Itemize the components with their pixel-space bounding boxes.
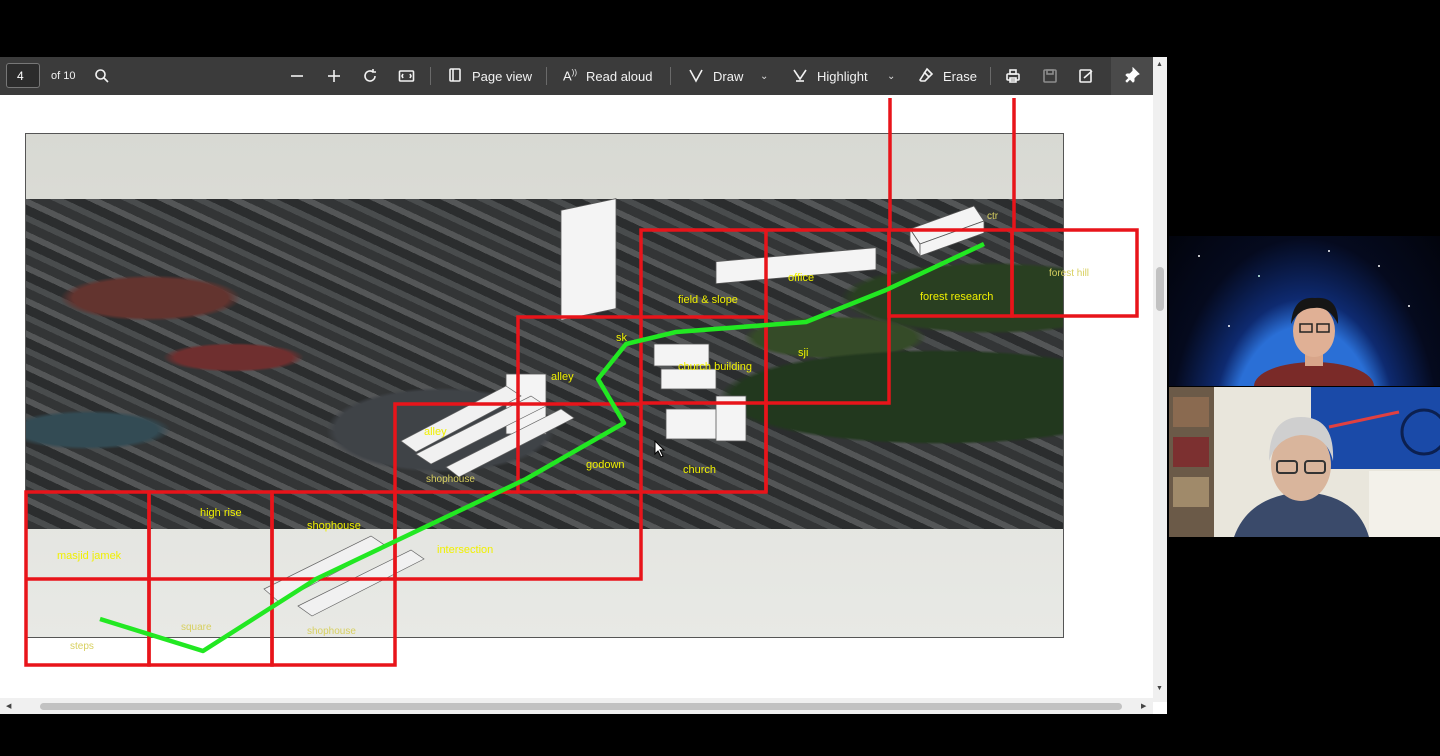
draw-options-chevron-icon[interactable]: ⌄: [760, 57, 768, 95]
draw-label: Draw: [713, 68, 744, 84]
horizontal-scrollbar[interactable]: ◀ ▶: [0, 698, 1153, 714]
label-intersection: intersection: [437, 544, 494, 556]
zoom-out-icon[interactable]: [289, 57, 305, 95]
toolbar-divider: [670, 67, 671, 85]
highlight-label: Highlight: [817, 68, 868, 84]
label-alley-mid: alley: [424, 426, 447, 438]
participant-avatar-1: [1198, 250, 1410, 386]
participant-video-1: [1169, 236, 1440, 386]
slide-page: ctr forest hill field & slope office for…: [24, 98, 1139, 667]
page-view-label: Page view: [472, 68, 532, 84]
toolbar-divider: [546, 67, 547, 85]
scroll-up-icon[interactable]: ▲: [1156, 61, 1163, 68]
print-icon[interactable]: [1005, 57, 1021, 95]
label-alley-top: alley: [551, 371, 574, 383]
pin-toolbar-button[interactable]: [1111, 57, 1153, 95]
scroll-left-icon[interactable]: ◀: [6, 702, 11, 710]
highlight-button[interactable]: Highlight: [792, 57, 868, 95]
participant-video-2: [1169, 387, 1440, 537]
label-shophouse-mid: shophouse: [426, 474, 475, 485]
label-church-building: church building: [678, 361, 752, 373]
toolbar-divider: [990, 67, 991, 85]
label-godown: godown: [586, 459, 625, 471]
label-sji: sji: [798, 347, 809, 359]
page-total: of 10: [51, 70, 76, 82]
label-steps: steps: [70, 641, 94, 652]
scroll-down-icon[interactable]: ▼: [1156, 685, 1163, 692]
save-as-icon[interactable]: [1078, 57, 1094, 95]
eraser-icon: [918, 67, 934, 86]
participant-avatar-2: [1169, 387, 1440, 537]
label-forest-hill: forest hill: [1049, 268, 1090, 279]
label-masjid-jamek: masjid jamek: [57, 550, 122, 562]
page-view-button[interactable]: Page view: [447, 57, 532, 95]
page-view-icon: [447, 67, 463, 86]
pin-icon: [1124, 66, 1140, 86]
label-church: church: [683, 464, 717, 476]
toolbar-divider: [430, 67, 431, 85]
fit-page-icon[interactable]: [398, 57, 415, 95]
red-grid-boxes: [24, 98, 1139, 667]
label-ctr: ctr: [987, 211, 999, 222]
vertical-scroll-thumb[interactable]: [1156, 267, 1164, 311]
zoom-in-icon[interactable]: [326, 57, 342, 95]
read-aloud-label: Read aloud: [586, 68, 653, 84]
label-field-slope: field & slope: [678, 294, 738, 306]
mouse-cursor-icon: [654, 440, 666, 458]
highlight-icon: [792, 67, 808, 86]
label-high-rise: high rise: [200, 507, 242, 519]
pdf-viewer: 4 of 10 Page view A)) Read aloud Draw ⌄ …: [0, 57, 1167, 714]
label-sk: sk: [616, 332, 627, 344]
label-forest-research: forest research: [920, 291, 994, 303]
read-aloud-icon: A)): [563, 68, 577, 84]
read-aloud-button[interactable]: A)) Read aloud: [563, 57, 653, 95]
highlight-options-chevron-icon[interactable]: ⌄: [887, 57, 895, 95]
rotate-icon[interactable]: [362, 57, 378, 95]
scroll-right-icon[interactable]: ▶: [1141, 702, 1146, 710]
draw-icon: [688, 67, 704, 86]
erase-button[interactable]: Erase: [918, 57, 977, 95]
erase-label: Erase: [943, 68, 977, 84]
search-icon[interactable]: [94, 57, 110, 95]
draw-button[interactable]: Draw: [688, 57, 743, 95]
green-route-line: [99, 241, 985, 654]
label-square: square: [181, 622, 212, 633]
page-number-input[interactable]: 4: [6, 63, 40, 88]
label-shophouse-low: shophouse: [307, 520, 361, 532]
horizontal-scroll-thumb[interactable]: [40, 703, 1122, 710]
pdf-toolbar: 4 of 10 Page view A)) Read aloud Draw ⌄ …: [0, 57, 1153, 95]
label-office: office: [788, 272, 815, 284]
save-icon[interactable]: [1042, 57, 1058, 95]
label-shophouse-bottom: shophouse: [307, 626, 356, 637]
